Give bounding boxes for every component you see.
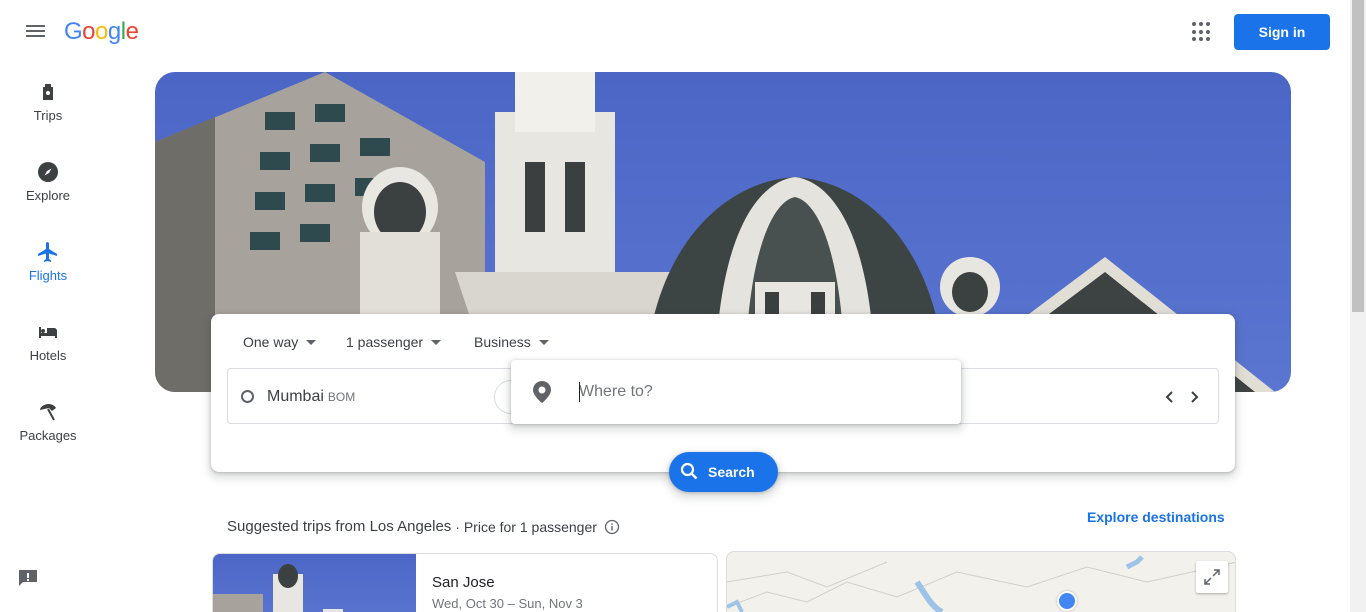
main-menu-button[interactable] [24, 22, 48, 42]
feedback-icon[interactable] [18, 569, 38, 587]
sidebar-item-packages[interactable]: Packages [0, 392, 96, 462]
apps-dot [1192, 22, 1196, 26]
trip-card[interactable]: San Jose Wed, Oct 30 – Sun, Nov 3 [212, 553, 718, 612]
sidebar-item-hotels[interactable]: Hotels [0, 312, 96, 382]
expand-icon [1204, 569, 1220, 585]
chevron-left-icon[interactable] [1160, 387, 1180, 407]
apps-dot [1192, 29, 1196, 34]
menu-bar [26, 30, 45, 32]
passengers-value: 1 passenger [346, 334, 424, 350]
map-expand-button[interactable] [1196, 561, 1228, 593]
logo-letter: o [95, 18, 108, 45]
sidebar-item-label: Flights [28, 268, 68, 283]
sidebar-item-label: Trips [33, 108, 63, 123]
cabin-class-dropdown[interactable]: Business [474, 334, 549, 350]
beach-umbrella-icon [40, 404, 56, 421]
suggested-trips-heading: Suggested trips from Los Angeles · Price… [227, 518, 620, 535]
apps-dot [1206, 29, 1210, 34]
explore-destinations-link[interactable]: Explore destinations [1087, 509, 1225, 525]
trip-dates: Wed, Oct 30 – Sun, Nov 3 [432, 596, 583, 611]
cabin-class-value: Business [474, 334, 531, 350]
menu-bar [26, 25, 45, 27]
map-terrain [727, 555, 1235, 612]
sidebar-item-trips[interactable]: Trips [0, 72, 96, 142]
logo-letter: e [125, 18, 139, 45]
search-button-label: Search [708, 464, 755, 480]
sidebar-item-flights[interactable]: Flights [0, 232, 96, 302]
chevron-down-icon [538, 339, 549, 345]
text-cursor [579, 382, 580, 402]
origin-field[interactable]: Mumbai BOM [267, 388, 355, 406]
compass-icon [38, 162, 58, 182]
origin-airport-code: BOM [327, 390, 356, 404]
sidebar-item-label: Packages [19, 428, 77, 443]
passengers-dropdown[interactable]: 1 passenger [346, 334, 442, 350]
trips-map[interactable] [726, 551, 1236, 612]
luggage-icon [43, 84, 53, 100]
apps-dot [1199, 29, 1203, 34]
chevron-right-icon[interactable] [1184, 387, 1204, 407]
trip-type-value: One way [243, 334, 299, 350]
trip-thumbnail [213, 564, 343, 612]
location-pin-icon [533, 381, 551, 403]
google-logo[interactable]: Google [64, 18, 139, 46]
chevron-down-icon [431, 339, 442, 345]
apps-dot [1199, 22, 1203, 26]
info-icon[interactable] [604, 519, 620, 535]
trip-city: San Jose [432, 574, 495, 591]
apps-dot [1206, 37, 1210, 42]
logo-letter: o [82, 18, 96, 45]
airplane-icon [38, 242, 57, 262]
apps-dot [1199, 37, 1203, 42]
destination-popup [511, 360, 961, 424]
search-icon [680, 462, 698, 480]
menu-bar [26, 35, 45, 37]
origin-circle-icon [241, 390, 254, 403]
suggested-trips-subtitle: · Price for 1 passenger [455, 518, 597, 535]
google-apps-icon[interactable] [1192, 22, 1212, 42]
trip-image [213, 554, 416, 612]
google-flights-page: Google Sign in Trips Explore Flights Hot… [0, 0, 1366, 612]
chevron-down-icon [306, 339, 317, 345]
logo-letter: G [64, 18, 83, 45]
sign-in-button[interactable]: Sign in [1234, 14, 1330, 50]
scrollbar-thumb[interactable] [1352, 0, 1364, 312]
trip-type-dropdown[interactable]: One way [243, 334, 317, 350]
page-scrollbar[interactable] [1350, 0, 1366, 612]
map-location-marker[interactable] [1057, 591, 1077, 611]
search-button[interactable]: Search [669, 452, 778, 492]
origin-city: Mumbai [267, 388, 324, 405]
suggested-trips-title: Suggested trips from Los Angeles [227, 518, 452, 535]
apps-dot [1192, 37, 1196, 42]
logo-letter: g [107, 18, 121, 45]
sidebar-item-label: Explore [25, 188, 71, 203]
destination-input[interactable] [579, 378, 939, 406]
sidebar-item-label: Hotels [29, 348, 67, 363]
apps-dot [1206, 22, 1210, 26]
bed-icon [39, 327, 57, 338]
sidebar-item-explore[interactable]: Explore [0, 152, 96, 222]
